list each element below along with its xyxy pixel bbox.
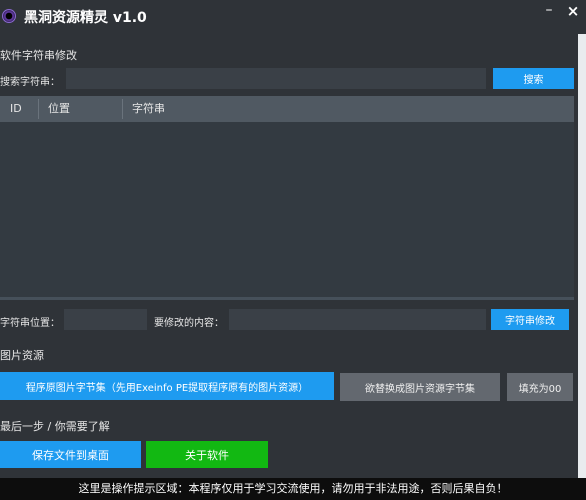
window-title: 黑洞资源精灵 v1.0: [24, 10, 147, 26]
about-button[interactable]: 关于软件: [146, 441, 268, 468]
vertical-scrollbar[interactable]: [578, 34, 586, 500]
search-input[interactable]: [66, 68, 486, 89]
black-hole-icon: [2, 9, 16, 23]
column-header-string[interactable]: 字符串: [122, 96, 322, 122]
modify-content-input[interactable]: [229, 309, 486, 330]
strings-section-title: 软件字符串修改: [0, 49, 77, 62]
column-header-position[interactable]: 位置: [38, 96, 122, 122]
position-label: 字符串位置：: [0, 318, 60, 329]
modify-string-button[interactable]: 字符串修改: [491, 309, 569, 330]
save-to-desktop-button[interactable]: 保存文件到桌面: [0, 441, 141, 468]
fill-zero-button[interactable]: 填充为00: [507, 373, 573, 401]
final-section-title: 最后一步 / 你需要了解: [0, 420, 110, 433]
status-hint-text: 这里是操作提示区域：本程序仅用于学习交流使用，请勿用于非法用途，否则后果自负！: [78, 482, 508, 495]
strings-table[interactable]: [0, 96, 574, 300]
search-button[interactable]: 搜索: [493, 68, 574, 89]
image-section-title: 图片资源: [0, 349, 44, 362]
modify-content-label: 要修改的内容：: [154, 318, 224, 329]
replace-image-bytes-button[interactable]: 欲替换成图片资源字节集: [340, 373, 500, 401]
original-image-bytes-button[interactable]: 程序原图片字节集（先用Exeinfo PE提取程序原有的图片资源）: [0, 372, 334, 400]
position-input[interactable]: [64, 309, 147, 330]
minimize-button[interactable]: –: [540, 2, 558, 22]
horizontal-scrollbar[interactable]: [0, 297, 574, 300]
close-button[interactable]: ×: [564, 2, 582, 22]
search-label: 搜索字符串：: [0, 77, 60, 88]
column-header-id[interactable]: ID: [0, 96, 38, 122]
